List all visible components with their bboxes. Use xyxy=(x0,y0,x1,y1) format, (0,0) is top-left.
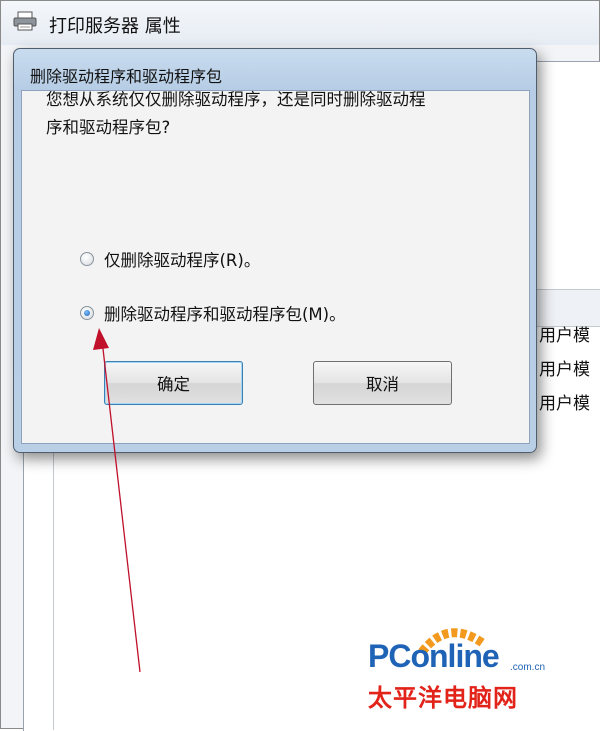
ok-button[interactable]: 确定 xyxy=(104,361,243,405)
cancel-button[interactable]: 取消 xyxy=(313,361,452,405)
delete-driver-only-label[interactable]: 仅删除驱动程序(R)。 xyxy=(104,247,260,271)
watermark-brand: PConline xyxy=(368,638,500,674)
question-line: 序和驱动程序包? xyxy=(46,118,171,137)
window-title: 打印服务器 属性 xyxy=(49,16,181,37)
pconline-watermark: PConline .com.cn 太平洋电脑网 xyxy=(368,626,558,712)
window-titlebar: 打印服务器 属性 xyxy=(1,1,599,45)
dialog-title: 删除驱动程序和驱动程序包 xyxy=(30,67,223,86)
dialog-question: 您想从系统仅仅删除驱动程序，还是同时删除驱动程 序和驱动程序包? xyxy=(46,86,516,142)
watermark-domain: .com.cn xyxy=(510,662,546,673)
delete-driver-only-option[interactable]: 仅删除驱动程序(R)。 xyxy=(80,246,260,272)
driver-row-environment[interactable]: 用户模 xyxy=(539,389,590,414)
printer-icon xyxy=(13,11,37,31)
driver-row-environment[interactable]: 用户模 xyxy=(539,321,590,346)
delete-driver-and-package-label[interactable]: 删除驱动程序和驱动程序包(M)。 xyxy=(104,301,346,325)
question-line: 您想从系统仅仅删除驱动程序，还是同时删除驱动程 xyxy=(46,90,426,109)
delete-driver-and-package-radio[interactable] xyxy=(80,306,94,320)
watermark-chinese-name: 太平洋电脑网 xyxy=(368,684,518,712)
delete-driver-and-package-option[interactable]: 删除驱动程序和驱动程序包(M)。 xyxy=(80,300,346,326)
delete-driver-only-radio[interactable] xyxy=(80,252,94,266)
driver-row-environment[interactable]: 用户模 xyxy=(539,355,590,380)
